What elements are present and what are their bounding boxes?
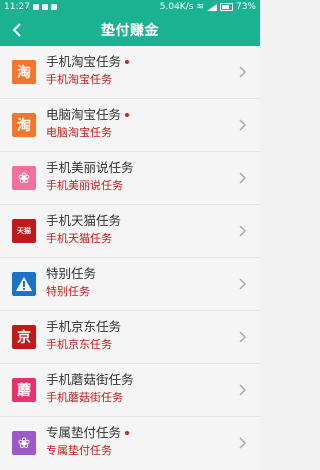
list-item[interactable]: 天猫 手机天猫任务 手机天猫任务 [0,205,260,258]
flower-icon: ❀ [12,431,36,455]
app-bar: 垫付赚金 [0,14,260,46]
taobao-icon: 淘 [12,113,36,137]
item-subtitle: 手机美丽说任务 [46,179,123,192]
meilishuo-icon: ❀ [12,166,36,190]
item-subtitle: 手机京东任务 [46,338,112,351]
chevron-right-icon [234,328,250,346]
jd-icon: 京 [12,325,36,349]
signal-icon [206,3,217,11]
list-item[interactable]: ❀ 专属垫付任务 专属垫付任务 [0,417,260,470]
chevron-right-icon [234,63,250,81]
item-title: 特别任务 [46,266,97,281]
task-list: 淘 手机淘宝任务 手机淘宝任务 淘 电脑淘宝任务 电脑淘宝任务 ❀ 手机美丽说任… [0,46,260,470]
item-title: 手机京东任务 [46,319,122,334]
chevron-right-icon [234,116,250,134]
item-subtitle: 手机天猫任务 [46,232,112,245]
chevron-right-icon [234,434,250,452]
notification-icon [32,4,39,10]
item-title: 手机美丽说任务 [46,160,134,175]
list-item[interactable]: 淘 电脑淘宝任务 电脑淘宝任务 [0,99,260,152]
status-bar: 11:27 5.04K/s ≋ 73% [0,0,260,14]
item-title: 电脑淘宝任务 [46,107,122,122]
item-subtitle: 特别任务 [46,285,90,298]
list-item[interactable]: 蘑 手机蘑菇街任务 手机蘑菇街任务 [0,364,260,417]
list-item[interactable]: 京 手机京东任务 手机京东任务 [0,311,260,364]
wifi-icon: ≋ [196,2,204,12]
chevron-right-icon [234,222,250,240]
list-item[interactable]: ❀ 手机美丽说任务 手机美丽说任务 [0,152,260,205]
item-title: 手机淘宝任务 [46,54,122,69]
item-title: 专属垫付任务 [46,425,122,440]
mogujie-icon: 蘑 [12,378,36,402]
new-dot-icon [125,113,130,117]
item-subtitle: 电脑淘宝任务 [46,126,112,139]
item-subtitle: 手机淘宝任务 [46,73,112,86]
battery-percent: 73% [235,2,256,12]
chevron-right-icon [234,275,250,293]
battery-icon [219,3,233,11]
tmall-icon: 天猫 [12,219,36,243]
chevron-right-icon [234,381,250,399]
app-icon [50,4,57,10]
page-title: 垫付赚金 [101,23,159,39]
list-item[interactable]: 淘 手机淘宝任务 手机淘宝任务 [0,46,260,99]
chevron-left-icon [12,23,21,37]
new-dot-icon [125,60,130,64]
item-subtitle: 手机蘑菇街任务 [46,391,123,404]
new-dot-icon [125,431,130,435]
shield-icon [41,4,48,10]
taobao-icon: 淘 [12,60,36,84]
warning-icon [12,272,36,296]
item-title: 手机天猫任务 [46,213,122,228]
status-time: 11:27 [4,2,30,12]
item-subtitle: 专属垫付任务 [46,444,112,457]
list-item[interactable]: 特别任务 特别任务 [0,258,260,311]
back-button[interactable] [6,20,28,40]
item-title: 手机蘑菇街任务 [46,372,134,387]
network-speed: 5.04K/s [159,2,194,12]
chevron-right-icon [234,169,250,187]
